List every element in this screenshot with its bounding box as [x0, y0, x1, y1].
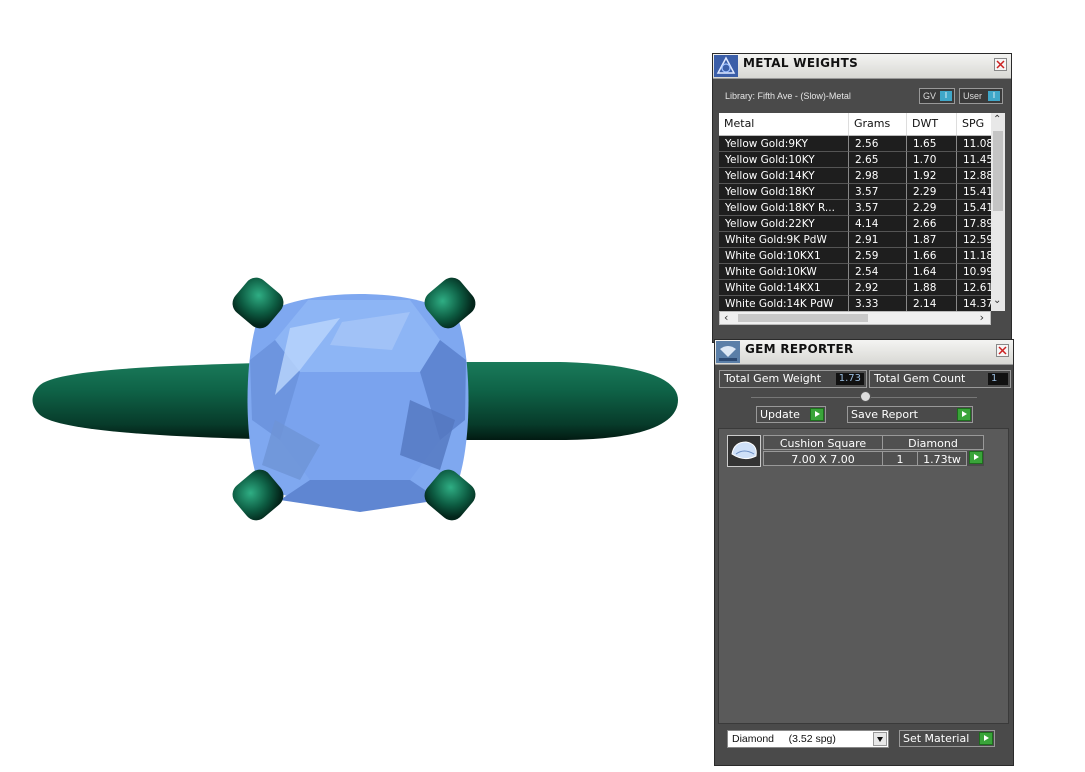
cell-dwt: 2.29 [907, 200, 957, 216]
gem-weight: 1.73tw [917, 451, 967, 466]
ring-render [32, 277, 678, 521]
scroll-up-icon[interactable]: ⌃ [993, 114, 1001, 125]
horizontal-scrollbar[interactable]: ‹ › [719, 311, 991, 325]
column-header-dwt[interactable]: DWT [907, 113, 957, 135]
cell-metal-name: Yellow Gold:18KY R... [719, 200, 849, 216]
scroll-thumb[interactable] [738, 314, 868, 322]
cell-metal-name: Yellow Gold:22KY [719, 216, 849, 232]
splitter-handle[interactable] [860, 391, 871, 402]
metal-weights-panel: METAL WEIGHTS Library: Fifth Ave - (Slow… [712, 53, 1012, 343]
total-gem-weight-value: 1.73 [835, 373, 864, 385]
app-logo-icon [714, 55, 738, 77]
table-row[interactable]: White Gold:10KW 2.54 1.64 10.99 [719, 264, 997, 280]
cell-dwt: 2.14 [907, 296, 957, 311]
cell-metal-name: White Gold:10KX1 [719, 248, 849, 264]
play-icon [969, 451, 983, 464]
table-row[interactable]: Yellow Gold:22KY 4.14 2.66 17.89 [719, 216, 997, 232]
cell-dwt: 1.66 [907, 248, 957, 264]
cell-grams: 3.57 [849, 184, 907, 200]
user-toggle[interactable]: User I [959, 88, 1003, 104]
cushion-gem-icon[interactable] [727, 435, 761, 467]
gem-reporter-titlebar[interactable]: GEM REPORTER [715, 340, 1013, 365]
material-select[interactable]: Diamond (3.52 spg) [727, 730, 889, 748]
total-gem-count-value: 1 [988, 373, 1008, 385]
total-gem-count: Total Gem Count 1 [869, 370, 1011, 388]
table-row[interactable]: White Gold:9K PdW 2.91 1.87 12.59 [719, 232, 997, 248]
close-icon[interactable] [994, 58, 1007, 71]
table-row[interactable]: White Gold:14K PdW 3.33 2.14 14.37 [719, 296, 997, 311]
close-icon[interactable] [996, 344, 1009, 357]
cell-dwt: 1.88 [907, 280, 957, 296]
metal-weights-table: Metal Grams DWT SPG Yellow Gold:9KY 2.56 1… [719, 113, 1005, 311]
table-header: Metal Grams DWT SPG [719, 113, 997, 136]
gv-toggle[interactable]: GV I [919, 88, 955, 104]
column-header-grams[interactable]: Grams [849, 113, 907, 135]
gem-reporter-logo-icon [716, 341, 740, 363]
gem-material: Diamond [882, 435, 984, 450]
gem-shape: Cushion Square [763, 435, 883, 450]
cell-metal-name: Yellow Gold:10KY [719, 152, 849, 168]
cell-dwt: 2.66 [907, 216, 957, 232]
cell-metal-name: White Gold:14K PdW [719, 296, 849, 311]
cell-grams: 2.54 [849, 264, 907, 280]
cell-grams: 2.98 [849, 168, 907, 184]
cell-grams: 2.91 [849, 232, 907, 248]
scroll-down-icon[interactable]: ⌄ [993, 295, 1001, 306]
library-label: Library: Fifth Ave - (Slow)-Metal [725, 91, 851, 101]
gem-size: 7.00 X 7.00 [763, 451, 883, 466]
cell-dwt: 2.29 [907, 184, 957, 200]
table-row[interactable]: Yellow Gold:18KY R... 3.57 2.29 15.41 [719, 200, 997, 216]
cell-grams: 2.65 [849, 152, 907, 168]
gem-list: Cushion Square Diamond 7.00 X 7.00 1 1.7… [718, 428, 1009, 724]
cell-grams: 3.33 [849, 296, 907, 311]
cell-grams: 2.56 [849, 136, 907, 152]
table-row[interactable]: Yellow Gold:9KY 2.56 1.65 11.08 [719, 136, 997, 152]
save-report-button[interactable]: Save Report [847, 406, 973, 423]
play-icon [957, 408, 971, 421]
render-viewport[interactable] [0, 0, 700, 768]
cell-metal-name: Yellow Gold:14KY [719, 168, 849, 184]
set-material-button[interactable]: Set Material [899, 730, 995, 747]
panel-title: METAL WEIGHTS [743, 56, 859, 70]
cell-grams: 3.57 [849, 200, 907, 216]
table-row[interactable]: White Gold:10KX1 2.59 1.66 11.18 [719, 248, 997, 264]
cell-dwt: 1.87 [907, 232, 957, 248]
gem-row-go-button[interactable] [967, 451, 984, 466]
play-icon [810, 408, 824, 421]
cell-dwt: 1.70 [907, 152, 957, 168]
scroll-left-icon[interactable]: ‹ [724, 312, 728, 324]
cell-metal-name: Yellow Gold:18KY [719, 184, 849, 200]
update-button[interactable]: Update [756, 406, 826, 423]
cell-grams: 4.14 [849, 216, 907, 232]
cell-grams: 2.92 [849, 280, 907, 296]
cell-dwt: 1.64 [907, 264, 957, 280]
column-header-metal[interactable]: Metal [719, 113, 849, 135]
scroll-thumb[interactable] [993, 131, 1003, 211]
table-row[interactable]: Yellow Gold:14KY 2.98 1.92 12.88 [719, 168, 997, 184]
scroll-right-icon[interactable]: › [980, 312, 984, 324]
gem-reporter-panel: GEM REPORTER Total Gem Weight 1.73 Total… [714, 339, 1014, 766]
cell-dwt: 1.92 [907, 168, 957, 184]
cell-metal-name: Yellow Gold:9KY [719, 136, 849, 152]
table-row[interactable]: Yellow Gold:10KY 2.65 1.70 11.45 [719, 152, 997, 168]
table-row[interactable]: Yellow Gold:18KY 3.57 2.29 15.41 [719, 184, 997, 200]
total-gem-weight: Total Gem Weight 1.73 [719, 370, 867, 388]
cell-metal-name: White Gold:10KW [719, 264, 849, 280]
cell-grams: 2.59 [849, 248, 907, 264]
play-icon [979, 732, 993, 745]
vertical-scrollbar[interactable]: ⌃ ⌄ [991, 113, 1005, 311]
gem-count: 1 [882, 451, 918, 466]
chevron-down-icon[interactable] [873, 732, 887, 746]
metal-weights-titlebar[interactable]: METAL WEIGHTS [713, 54, 1011, 79]
table-row[interactable]: White Gold:14KX1 2.92 1.88 12.61 [719, 280, 997, 296]
panel-title: GEM REPORTER [745, 342, 854, 356]
cell-metal-name: White Gold:14KX1 [719, 280, 849, 296]
cell-metal-name: White Gold:9K PdW [719, 232, 849, 248]
cell-dwt: 1.65 [907, 136, 957, 152]
